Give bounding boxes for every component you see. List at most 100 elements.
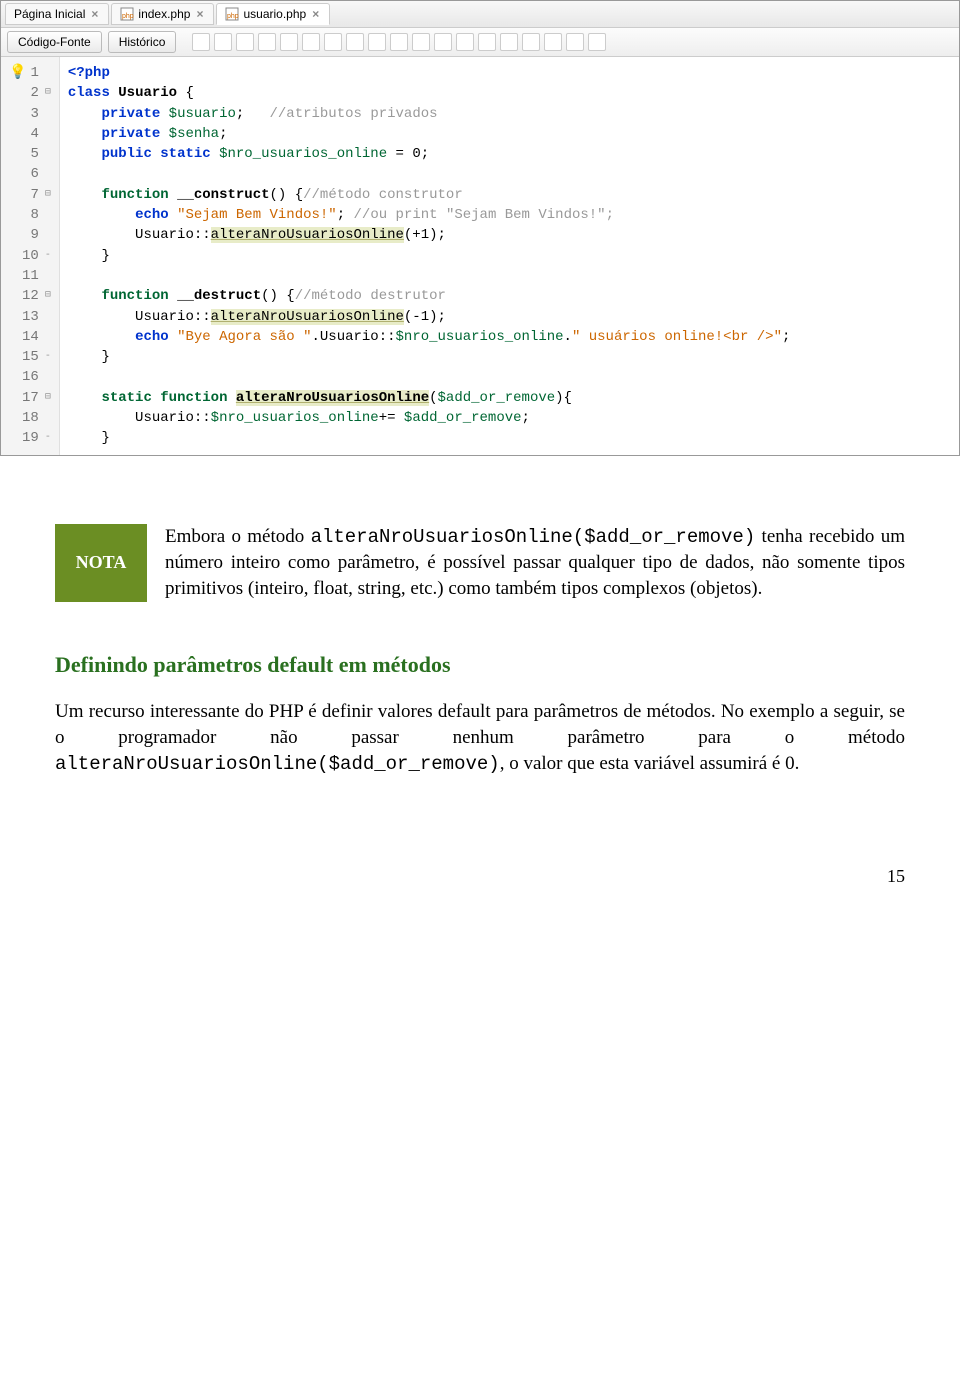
- history-button[interactable]: Histórico: [108, 31, 177, 53]
- toolbar-icon[interactable]: [368, 33, 386, 51]
- gutter-row: 11: [9, 266, 53, 286]
- code-line[interactable]: echo "Sejam Bem Vindos!"; //ou print "Se…: [68, 205, 951, 225]
- toolbar-icon[interactable]: [302, 33, 320, 51]
- fold-icon[interactable]: ⊟: [43, 188, 53, 203]
- line-number: 7: [30, 185, 38, 205]
- code-content[interactable]: <?phpclass Usuario { private $usuario; /…: [60, 57, 959, 455]
- code-line[interactable]: Usuario::alteraNroUsuariosOnline(-1);: [68, 307, 951, 327]
- lightbulb-icon: 💡: [9, 63, 26, 83]
- code-line[interactable]: function __construct() {//método constru…: [68, 185, 951, 205]
- tab-label: index.php: [138, 7, 190, 21]
- toolbar-icon[interactable]: [324, 33, 342, 51]
- toolbar-icon[interactable]: [192, 33, 210, 51]
- toolbar-icon[interactable]: [280, 33, 298, 51]
- para-code: alteraNroUsuariosOnline($add_or_remove): [55, 753, 500, 775]
- fold-icon[interactable]: -: [43, 431, 53, 446]
- toolbar-icon[interactable]: [566, 33, 584, 51]
- close-icon[interactable]: ×: [194, 7, 205, 21]
- code-line[interactable]: [68, 266, 951, 286]
- code-line[interactable]: }: [68, 428, 951, 448]
- section-paragraph: Um recurso interessante do PHP é definir…: [55, 699, 905, 777]
- gutter-row: 7⊟: [9, 185, 53, 205]
- toolbar-icon[interactable]: [478, 33, 496, 51]
- toolbar-icon[interactable]: [412, 33, 430, 51]
- gutter-row: 15-: [9, 347, 53, 367]
- toolbar-icon[interactable]: [214, 33, 232, 51]
- close-icon[interactable]: ×: [89, 7, 100, 21]
- line-number: 5: [30, 144, 38, 164]
- toolbar-icon[interactable]: [434, 33, 452, 51]
- toolbar-icon[interactable]: [456, 33, 474, 51]
- gutter-row: 9: [9, 225, 53, 245]
- gutter-row: 13: [9, 307, 53, 327]
- fold-icon[interactable]: ⊟: [43, 391, 53, 406]
- line-number: 15: [22, 347, 39, 367]
- close-icon[interactable]: ×: [310, 7, 321, 21]
- php-file-icon: php: [120, 7, 134, 21]
- line-number: 4: [30, 124, 38, 144]
- tab-index[interactable]: php index.php ×: [111, 3, 214, 25]
- line-number: 10: [22, 246, 39, 266]
- tab-bar: Página Inicial × php index.php × php usu…: [1, 1, 959, 28]
- para-text: Um recurso interessante do PHP é definir…: [55, 701, 905, 748]
- nota-label: NOTA: [55, 524, 147, 602]
- sub-toolbar: Código-Fonte Histórico: [1, 28, 959, 57]
- gutter-row: 18: [9, 408, 53, 428]
- code-line[interactable]: [68, 164, 951, 184]
- gutter-row: 8: [9, 205, 53, 225]
- section-heading: Definindo parâmetros default em métodos: [55, 650, 905, 680]
- line-number: 6: [30, 164, 38, 184]
- ide-window: Página Inicial × php index.php × php usu…: [0, 0, 960, 456]
- nota-text: Embora o método alteraNroUsuariosOnline(…: [165, 524, 905, 602]
- code-editor[interactable]: 💡12⊟34567⊟8910-1112⊟131415-1617⊟1819- <?…: [1, 57, 959, 455]
- svg-text:php: php: [122, 13, 134, 20]
- gutter-row: 3: [9, 104, 53, 124]
- line-number: 12: [22, 286, 39, 306]
- toolbar-icon[interactable]: [390, 33, 408, 51]
- gutter-row: 12 ⊟: [9, 286, 53, 306]
- gutter-row: 4: [9, 124, 53, 144]
- line-number: 14: [22, 327, 39, 347]
- code-line[interactable]: echo "Bye Agora são ".Usuario::$nro_usua…: [68, 327, 951, 347]
- tab-usuario[interactable]: php usuario.php ×: [216, 3, 330, 25]
- toolbar-icon[interactable]: [544, 33, 562, 51]
- code-line[interactable]: function __destruct() {//método destruto…: [68, 286, 951, 306]
- fold-icon[interactable]: ⊟: [43, 289, 53, 304]
- toolbar-icon[interactable]: [522, 33, 540, 51]
- source-button[interactable]: Código-Fonte: [7, 31, 102, 53]
- code-line[interactable]: Usuario::alteraNroUsuariosOnline(+1);: [68, 225, 951, 245]
- fold-icon[interactable]: -: [43, 350, 53, 365]
- line-number: 1: [30, 63, 38, 83]
- line-number: 11: [22, 266, 39, 286]
- toolbar-icon[interactable]: [258, 33, 276, 51]
- code-line[interactable]: public static $nro_usuarios_online = 0;: [68, 144, 951, 164]
- line-number: 13: [22, 307, 39, 327]
- gutter-row: 💡1: [9, 63, 53, 83]
- toolbar-icon[interactable]: [236, 33, 254, 51]
- toolbar-icon[interactable]: [346, 33, 364, 51]
- line-number: 18: [22, 408, 39, 428]
- tab-label: usuario.php: [243, 7, 306, 21]
- code-line[interactable]: <?php: [68, 63, 951, 83]
- line-number: 3: [30, 104, 38, 124]
- tab-home[interactable]: Página Inicial ×: [5, 3, 109, 25]
- code-line[interactable]: }: [68, 347, 951, 367]
- gutter-row: 19-: [9, 428, 53, 448]
- code-line[interactable]: [68, 367, 951, 387]
- code-line[interactable]: private $usuario; //atributos privados: [68, 104, 951, 124]
- line-gutter: 💡12⊟34567⊟8910-1112⊟131415-1617⊟1819-: [1, 57, 60, 455]
- code-line[interactable]: private $senha;: [68, 124, 951, 144]
- document-body: NOTA Embora o método alteraNroUsuariosOn…: [0, 456, 960, 827]
- code-line[interactable]: }: [68, 246, 951, 266]
- code-line[interactable]: static function alteraNroUsuariosOnline(…: [68, 388, 951, 408]
- line-number: 19: [22, 428, 39, 448]
- fold-icon[interactable]: ⊟: [43, 86, 53, 101]
- code-line[interactable]: class Usuario {: [68, 83, 951, 103]
- gutter-row: 17 ⊟: [9, 388, 53, 408]
- line-number: 17: [22, 388, 39, 408]
- toolbar-icon[interactable]: [588, 33, 606, 51]
- gutter-row: 5: [9, 144, 53, 164]
- toolbar-icon[interactable]: [500, 33, 518, 51]
- code-line[interactable]: Usuario::$nro_usuarios_online+= $add_or_…: [68, 408, 951, 428]
- fold-icon[interactable]: -: [43, 249, 53, 264]
